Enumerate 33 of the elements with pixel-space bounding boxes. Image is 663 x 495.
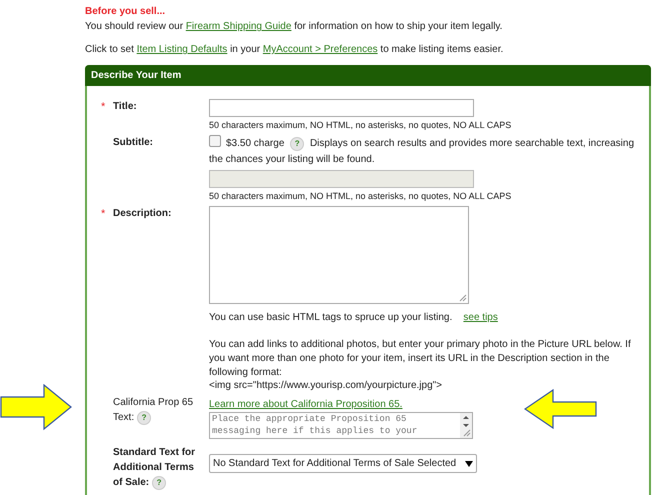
notice-heading: Before you sell... <box>85 5 166 19</box>
help-icon[interactable]: ? <box>152 476 166 490</box>
resize-grip-icon[interactable] <box>459 294 467 302</box>
tip-text: You can use basic HTML tags to spruce up your listing. <box>209 312 452 323</box>
terms-dropdown[interactable]: No Standard Text for Additional Terms of Sale Selected <box>209 454 477 473</box>
text-link[interactable]: Item Listing Defaults <box>136 44 228 55</box>
field-label: Description: <box>113 207 172 221</box>
notice-text: Click to set Item Listing Defaults in your MyAccount > Preferences to make listing items easier. <box>85 43 504 57</box>
field-label: Standard Text for Additional Terms of Sale: ? <box>113 446 196 490</box>
text-link[interactable]: Firearm Shipping Guide <box>186 21 292 32</box>
subtitle-note: $3.50 charge ? Displays on search results and provides more searchable text, increasing the chances your listing will be found. <box>209 135 634 168</box>
description-textarea[interactable] <box>209 206 469 304</box>
caret-icon <box>465 460 473 466</box>
resize-grip-icon[interactable] <box>463 429 471 437</box>
photo-instructions: You can add links to additional photos, but enter your primary photo in the Picture URL below. If you want more than one photo for your item, insert its URL in the Description section in the following format: <box>209 338 632 380</box>
scrollbar[interactable] <box>460 413 472 438</box>
code-example: <img src="https://www.yourisp.com/yourpicture.jpg"> <box>209 379 444 393</box>
field-label: Title: <box>113 100 138 114</box>
panel-title: Describe Your Item <box>85 65 651 86</box>
title-input[interactable] <box>209 99 474 117</box>
text-link[interactable]: MyAccount > Preferences <box>262 44 378 55</box>
field-label: California Prop 65 Text: ? <box>113 396 194 426</box>
required-asterisk: * <box>101 207 106 222</box>
notice-text: You should review our Firearm Shipping Guide for information on how to ship your item legally. <box>85 20 504 34</box>
hint-text: 50 characters maximum, NO HTML, no asterisks, no quotes, NO ALL CAPS <box>209 119 512 131</box>
prop65-textarea[interactable]: Place the appropriate Proposition 65 messaging here if this applies to your <box>209 412 473 439</box>
help-icon[interactable]: ? <box>137 410 152 424</box>
arrow-icon <box>0 384 74 431</box>
required-asterisk: * <box>101 100 106 115</box>
prop65-link[interactable]: Learn more about California Proposition 65. <box>209 397 634 412</box>
hint-text: 50 characters maximum, NO HTML, no asterisks, no quotes, NO ALL CAPS <box>209 190 512 202</box>
field-label: Subtitle: <box>113 136 154 150</box>
see-tips-link[interactable]: see tips <box>463 312 498 323</box>
